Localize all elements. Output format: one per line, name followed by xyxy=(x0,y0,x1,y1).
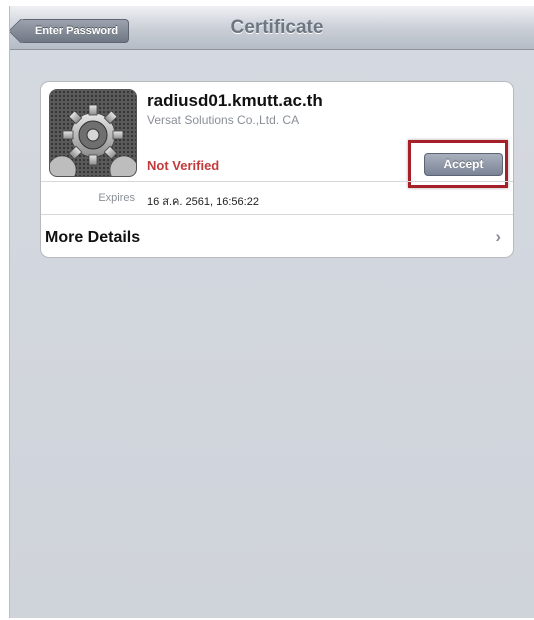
more-details-row[interactable]: More Details › xyxy=(41,215,513,257)
certificate-issuer: Versat Solutions Co.,Ltd. CA xyxy=(147,113,300,127)
screenshot-frame: Enter Password Certificate radiusd01.kmu… xyxy=(0,0,534,620)
divider xyxy=(41,181,513,182)
verification-status: Not Verified xyxy=(147,158,220,173)
certificate-card: radiusd01.kmutt.ac.th Versat Solutions C… xyxy=(40,81,514,258)
chevron-right-icon: › xyxy=(495,227,501,246)
expires-label: Expires xyxy=(98,192,135,204)
ipad-screen: Enter Password Certificate radiusd01.kmu… xyxy=(9,6,534,618)
accept-button[interactable]: Accept xyxy=(424,153,503,176)
page-title: Certificate xyxy=(230,17,324,38)
gear-certificate-icon xyxy=(49,89,137,177)
more-details-label: More Details xyxy=(45,229,141,246)
certificate-name: radiusd01.kmutt.ac.th xyxy=(147,91,323,110)
expires-value: 16 ส.ค. 2561, 16:56:22 xyxy=(147,196,259,208)
navigation-bar: Enter Password Certificate xyxy=(10,6,534,50)
